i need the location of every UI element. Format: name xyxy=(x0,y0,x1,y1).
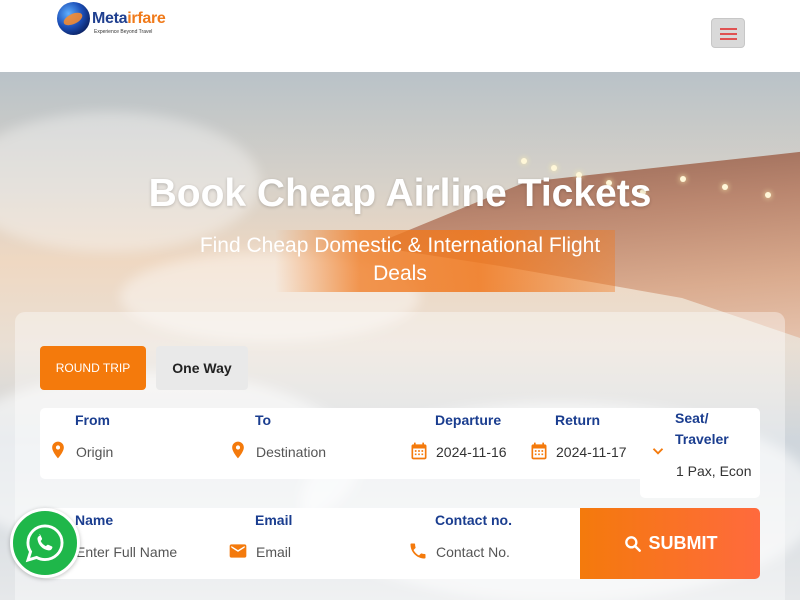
submit-button[interactable]: SUBMIT xyxy=(580,508,760,579)
calendar-icon xyxy=(411,442,427,460)
site-header: Metairfare Experience Beyond Travel xyxy=(0,0,800,72)
contact-no-label: Contact no. xyxy=(435,512,512,528)
from-label: From xyxy=(75,412,110,428)
departure-label: Departure xyxy=(435,412,502,428)
origin-input[interactable]: Origin xyxy=(76,444,113,460)
hero-subtitle: Find Cheap Domestic & International Flig… xyxy=(199,234,601,285)
brand-name: Metairfare xyxy=(92,10,166,28)
brand-logo[interactable]: Metairfare Experience Beyond Travel xyxy=(56,2,166,38)
brand-tagline: Experience Beyond Travel xyxy=(94,29,153,35)
one-way-button[interactable]: One Way xyxy=(156,346,248,390)
seat-label-line1: Seat/ xyxy=(675,410,709,426)
hamburger-icon[interactable] xyxy=(711,18,745,48)
email-input[interactable]: Email xyxy=(256,544,291,560)
submit-label: SUBMIT xyxy=(648,533,718,553)
whatsapp-icon xyxy=(25,524,64,563)
chevron-down-icon[interactable] xyxy=(649,442,667,460)
seat-traveler-value[interactable]: 1 Pax, Econ xyxy=(676,463,752,479)
to-label: To xyxy=(255,412,272,428)
email-label: Email xyxy=(255,512,293,528)
destination-input[interactable]: Destination xyxy=(256,444,326,460)
contact-no-input[interactable]: Contact No. xyxy=(436,544,510,560)
seat-label-line2: Traveler xyxy=(675,431,729,447)
brand-name-part1: Meta xyxy=(92,10,128,27)
globe-logo-icon xyxy=(57,2,90,35)
phone-icon xyxy=(410,543,426,559)
map-pin-icon xyxy=(52,441,64,459)
return-date-input[interactable]: 2024-11-17 xyxy=(556,444,627,460)
calendar-icon xyxy=(531,442,547,460)
full-name-input[interactable]: Enter Full Name xyxy=(76,544,177,560)
round-trip-button[interactable]: ROUND TRIP xyxy=(40,346,146,390)
brand-name-part2: irfare xyxy=(127,10,166,27)
whatsapp-button[interactable] xyxy=(10,508,80,578)
map-pin-icon xyxy=(232,441,244,459)
name-label: Name xyxy=(75,512,114,528)
departure-date-input[interactable]: 2024-11-16 xyxy=(436,444,507,460)
mail-icon xyxy=(229,544,247,558)
return-label: Return xyxy=(555,412,601,428)
hero-title: Book Cheap Airline Tickets xyxy=(148,172,652,215)
search-icon xyxy=(624,535,641,552)
